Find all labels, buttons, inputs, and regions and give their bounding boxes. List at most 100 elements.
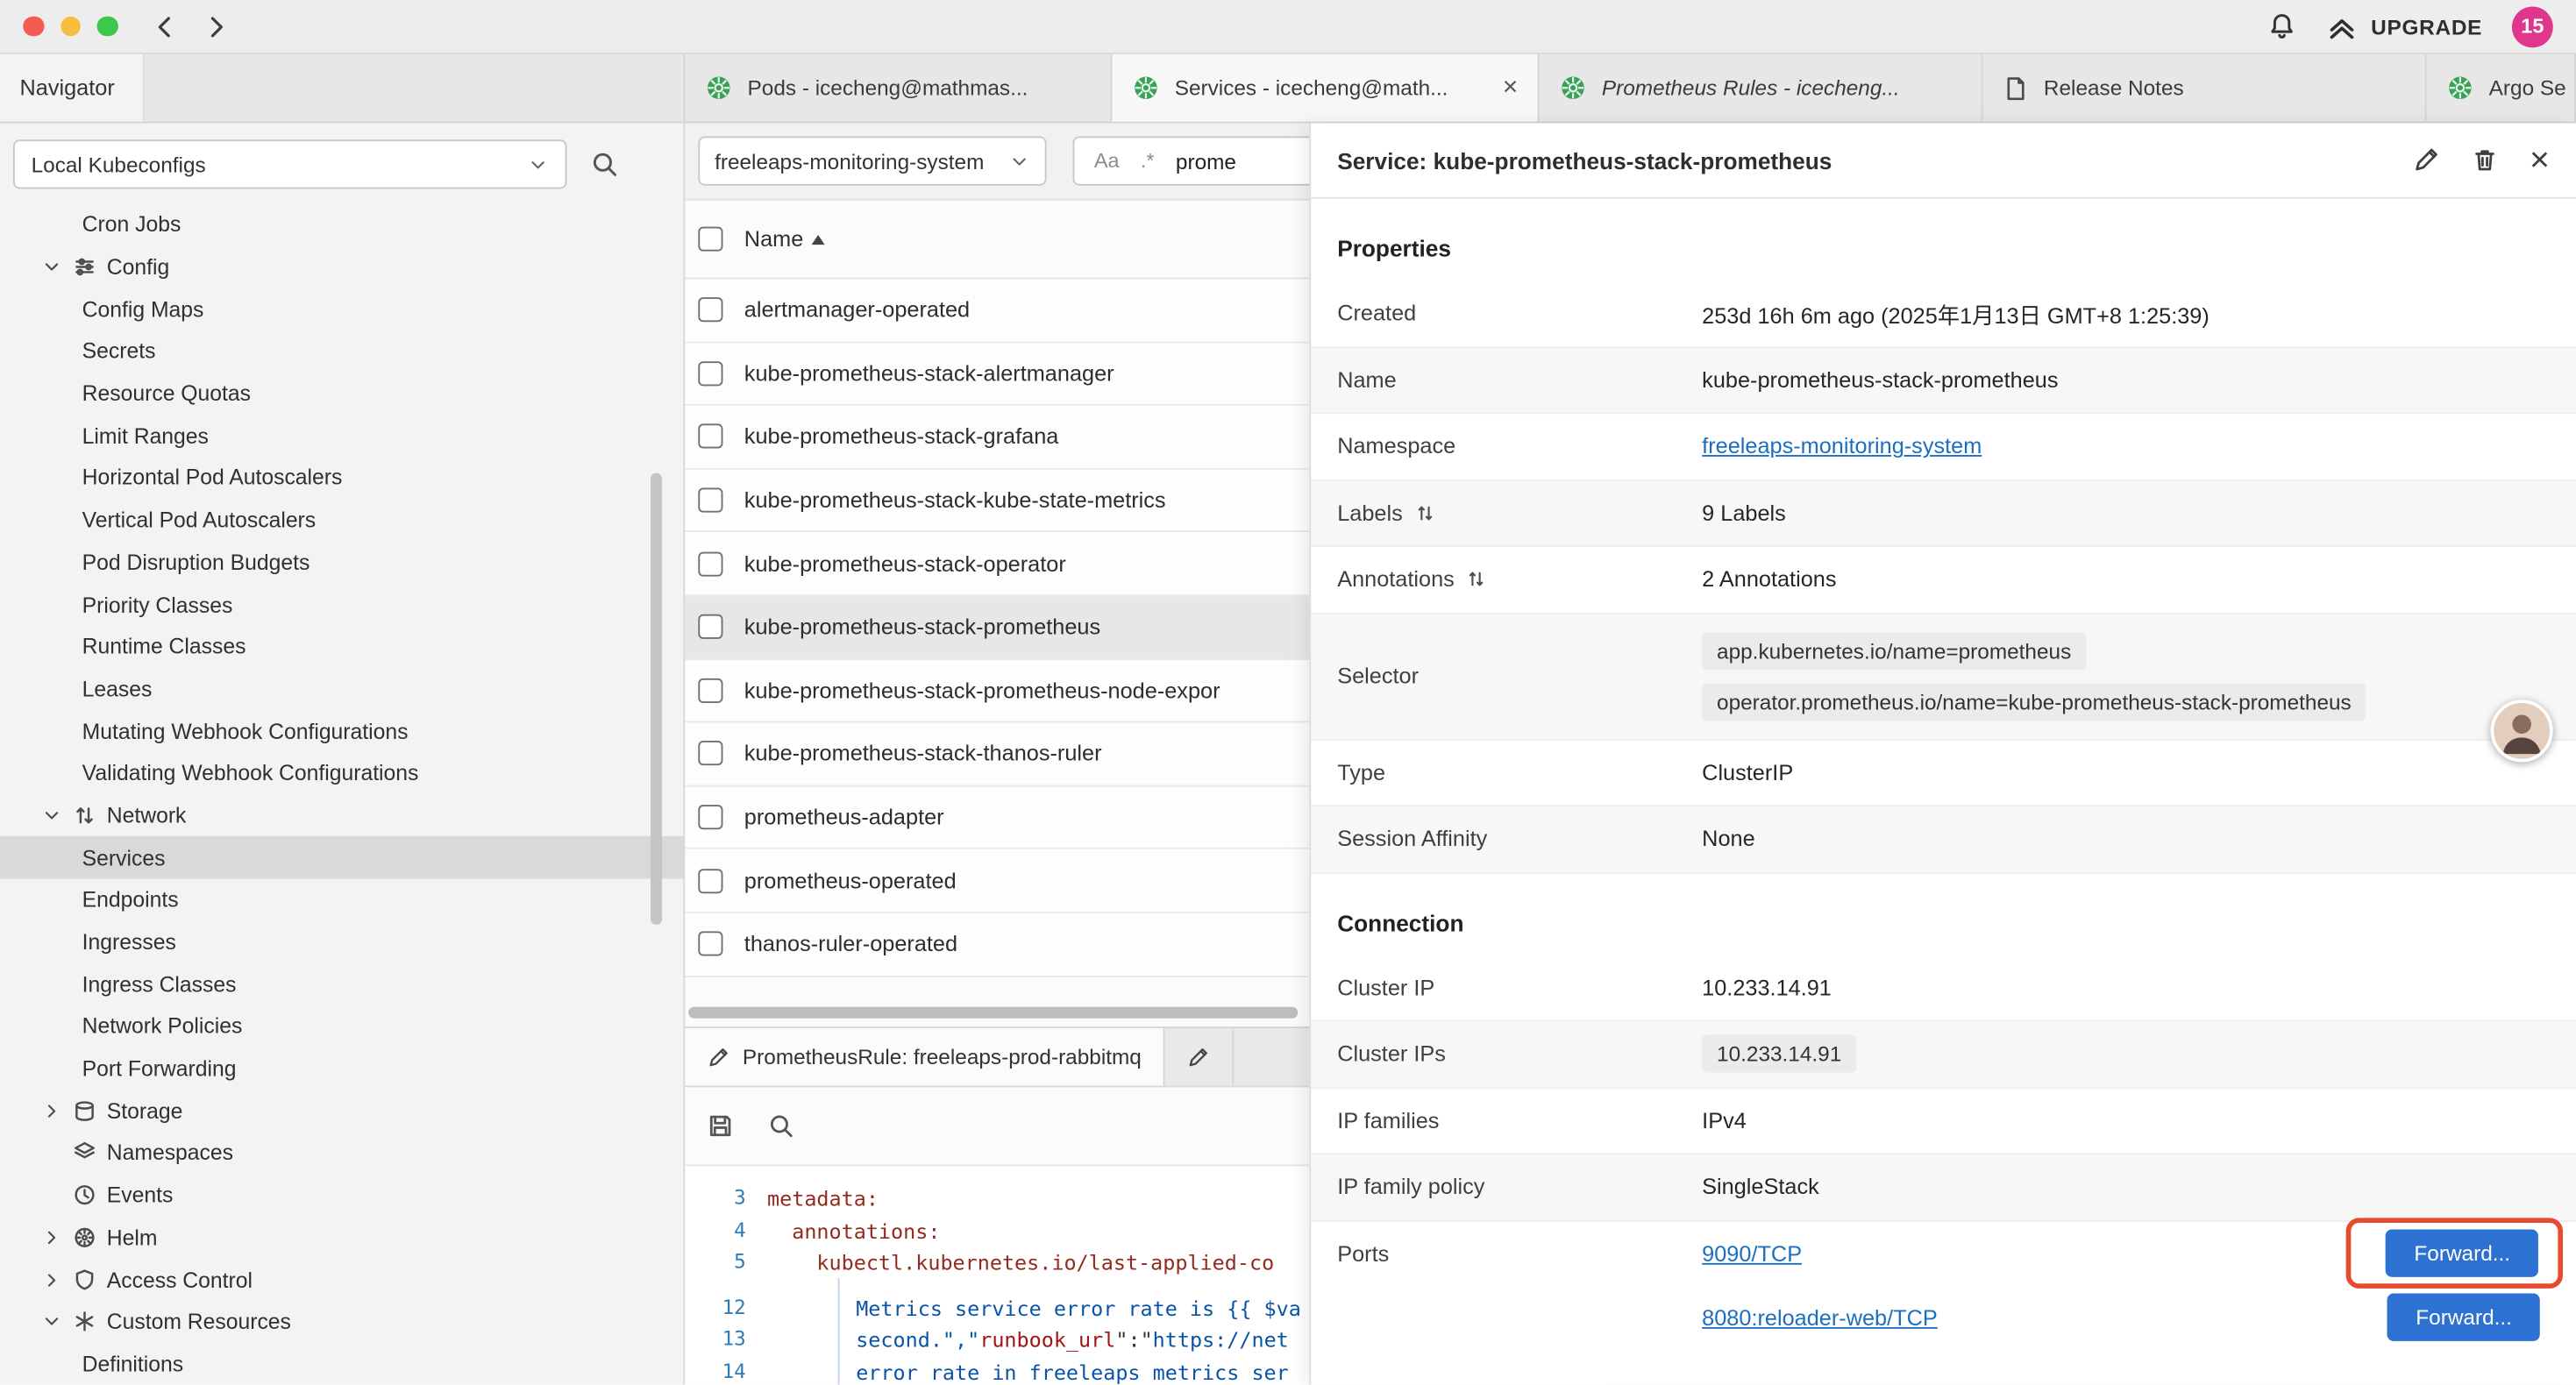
sidebar-item-services[interactable]: Services: [0, 836, 683, 878]
tab-services[interactable]: Services - icecheng@math... ×: [1113, 54, 1540, 122]
sidebar-item-config-maps[interactable]: Config Maps: [0, 288, 683, 330]
sidebar-item-vertical-pod-autoscalers[interactable]: Vertical Pod Autoscalers: [0, 499, 683, 541]
network-icon: [72, 803, 96, 827]
sidebar-item-priority-classes[interactable]: Priority Classes: [0, 584, 683, 626]
detail-row-labels: Labels 9 Labels: [1311, 480, 2576, 547]
sidebar-item-network-policies[interactable]: Network Policies: [0, 1005, 683, 1048]
edit-pencil-icon[interactable]: [2411, 146, 2439, 174]
sidebar-item-label: Ingresses: [82, 930, 176, 955]
notifications-bell-icon[interactable]: [2267, 11, 2297, 41]
sidebar-item-limit-ranges[interactable]: Limit Ranges: [0, 415, 683, 457]
sidebar-item-label: Endpoints: [82, 887, 179, 912]
namespace-link[interactable]: freeleaps-monitoring-system: [1702, 434, 1982, 458]
row-checkbox[interactable]: [698, 488, 722, 513]
row-checkbox[interactable]: [698, 742, 722, 766]
service-name: kube-prometheus-stack-grafana: [744, 424, 1059, 449]
service-name: kube-prometheus-stack-alertmanager: [744, 361, 1114, 386]
tab-prometheus-rules[interactable]: Prometheus Rules - icecheng...: [1540, 54, 1983, 122]
tab-argo[interactable]: Argo Se: [2426, 54, 2576, 122]
sort-toggle-icon[interactable]: [1414, 502, 1435, 523]
window-controls: [23, 16, 117, 36]
dock-tab-prometheusrule[interactable]: PrometheusRule: freeleaps-prod-rabbitmq: [685, 1028, 1164, 1086]
sidebar-item-pod-disruption-budgets[interactable]: Pod Disruption Budgets: [0, 541, 683, 583]
code-token: annotations:: [767, 1218, 940, 1242]
tab-release-notes[interactable]: Release Notes: [1983, 54, 2427, 122]
close-drawer-icon[interactable]: ×: [2530, 143, 2550, 177]
sidebar-group-helm[interactable]: Helm: [0, 1216, 683, 1258]
save-icon[interactable]: [707, 1112, 735, 1140]
sidebar-item-resource-quotas[interactable]: Resource Quotas: [0, 373, 683, 415]
events-clock-icon: [72, 1183, 96, 1207]
sidebar-item-namespaces[interactable]: Namespaces: [0, 1132, 683, 1174]
sidebar-item-horizontal-pod-autoscalers[interactable]: Horizontal Pod Autoscalers: [0, 457, 683, 499]
code-token: kubectl.kubernetes.io/last-applied-co: [767, 1250, 1274, 1275]
port-link-9090[interactable]: 9090/TCP: [1702, 1241, 1802, 1266]
detail-row-ports: Ports 9090/TCP Forward... 8080:reloader-…: [1311, 1221, 2576, 1349]
sidebar-scrollbar[interactable]: [651, 473, 662, 925]
sidebar-item-label: Port Forwarding: [82, 1056, 237, 1081]
row-checkbox[interactable]: [698, 551, 722, 576]
row-checkbox[interactable]: [698, 869, 722, 893]
line-number: 5: [685, 1246, 767, 1279]
sidebar-item-leases[interactable]: Leases: [0, 668, 683, 710]
sidebar-item-label: Storage: [107, 1098, 183, 1123]
sidebar-group-storage[interactable]: Storage: [0, 1090, 683, 1132]
notification-count-badge[interactable]: 15: [2512, 6, 2553, 47]
detail-row-ip-family-policy: IP family policy SingleStack: [1311, 1154, 2576, 1221]
sort-toggle-icon[interactable]: [1466, 569, 1487, 590]
upgrade-button[interactable]: UPGRADE: [2327, 11, 2483, 42]
sidebar-item-definitions[interactable]: Definitions: [0, 1343, 683, 1385]
custom-resources-icon: [72, 1310, 96, 1334]
row-checkbox[interactable]: [698, 361, 722, 386]
name-column-header[interactable]: Name: [744, 227, 825, 252]
sidebar-item-events[interactable]: Events: [0, 1174, 683, 1216]
select-all-checkbox[interactable]: [698, 227, 722, 252]
maximize-window-button[interactable]: [97, 16, 117, 36]
close-window-button[interactable]: [23, 16, 43, 36]
row-checkbox[interactable]: [698, 678, 722, 703]
back-icon[interactable]: [150, 12, 178, 40]
match-case-toggle[interactable]: Aa: [1094, 150, 1120, 173]
forward-button[interactable]: Forward...: [2387, 1229, 2538, 1276]
row-checkbox[interactable]: [698, 424, 722, 449]
sidebar-item-ingresses[interactable]: Ingresses: [0, 921, 683, 963]
sidebar-group-custom-resources[interactable]: Custom Resources: [0, 1301, 683, 1343]
detail-label: IP family policy: [1337, 1175, 1484, 1199]
sidebar-group-network[interactable]: Network: [0, 794, 683, 836]
search-icon[interactable]: [590, 150, 620, 180]
sidebar-item-secrets[interactable]: Secrets: [0, 330, 683, 373]
horizontal-scrollbar[interactable]: [688, 1007, 1298, 1019]
sidebar-item-port-forwarding[interactable]: Port Forwarding: [0, 1048, 683, 1090]
port-link-8080[interactable]: 8080:reloader-web/TCP: [1702, 1305, 1938, 1330]
sidebar-item-validating-webhook-configurations[interactable]: Validating Webhook Configurations: [0, 752, 683, 794]
navigator-panel-tab[interactable]: Navigator: [0, 54, 145, 122]
namespace-filter-dropdown[interactable]: freeleaps-monitoring-system: [698, 137, 1046, 186]
sidebar-group-access-control[interactable]: Access Control: [0, 1259, 683, 1301]
service-name: kube-prometheus-stack-operator: [744, 551, 1066, 576]
row-checkbox[interactable]: [698, 932, 722, 956]
search-icon[interactable]: [767, 1112, 795, 1140]
regex-toggle[interactable]: .*: [1141, 150, 1155, 173]
minimize-window-button[interactable]: [60, 16, 80, 36]
sidebar-item-label: Validating Webhook Configurations: [82, 761, 419, 785]
sidebar-group-config[interactable]: Config: [0, 245, 683, 288]
forward-icon[interactable]: [202, 12, 230, 40]
row-checkbox[interactable]: [698, 805, 722, 829]
close-tab-icon[interactable]: ×: [1503, 75, 1519, 101]
detail-row-created: Created 253d 16h 6m ago (2025年1月13日 GMT+…: [1311, 281, 2576, 347]
service-name: kube-prometheus-stack-kube-state-metrics: [744, 488, 1166, 513]
dock-tab-partial[interactable]: [1164, 1028, 1234, 1086]
sidebar-item-label: Access Control: [107, 1268, 253, 1292]
row-checkbox[interactable]: [698, 614, 722, 639]
kubeconfig-selector[interactable]: Local Kubeconfigs: [13, 139, 566, 188]
sidebar-item-cron-jobs[interactable]: Cron Jobs: [0, 203, 683, 245]
delete-trash-icon[interactable]: [2471, 146, 2499, 174]
row-checkbox[interactable]: [698, 298, 722, 323]
sidebar-item-mutating-webhook-configurations[interactable]: Mutating Webhook Configurations: [0, 710, 683, 752]
sidebar-item-ingress-classes[interactable]: Ingress Classes: [0, 963, 683, 1005]
sidebar-item-endpoints[interactable]: Endpoints: [0, 878, 683, 920]
tab-pods[interactable]: Pods - icecheng@mathmas...: [685, 54, 1112, 122]
sidebar-item-runtime-classes[interactable]: Runtime Classes: [0, 626, 683, 668]
user-avatar[interactable]: [2491, 700, 2553, 762]
forward-button[interactable]: Forward...: [2387, 1294, 2539, 1341]
